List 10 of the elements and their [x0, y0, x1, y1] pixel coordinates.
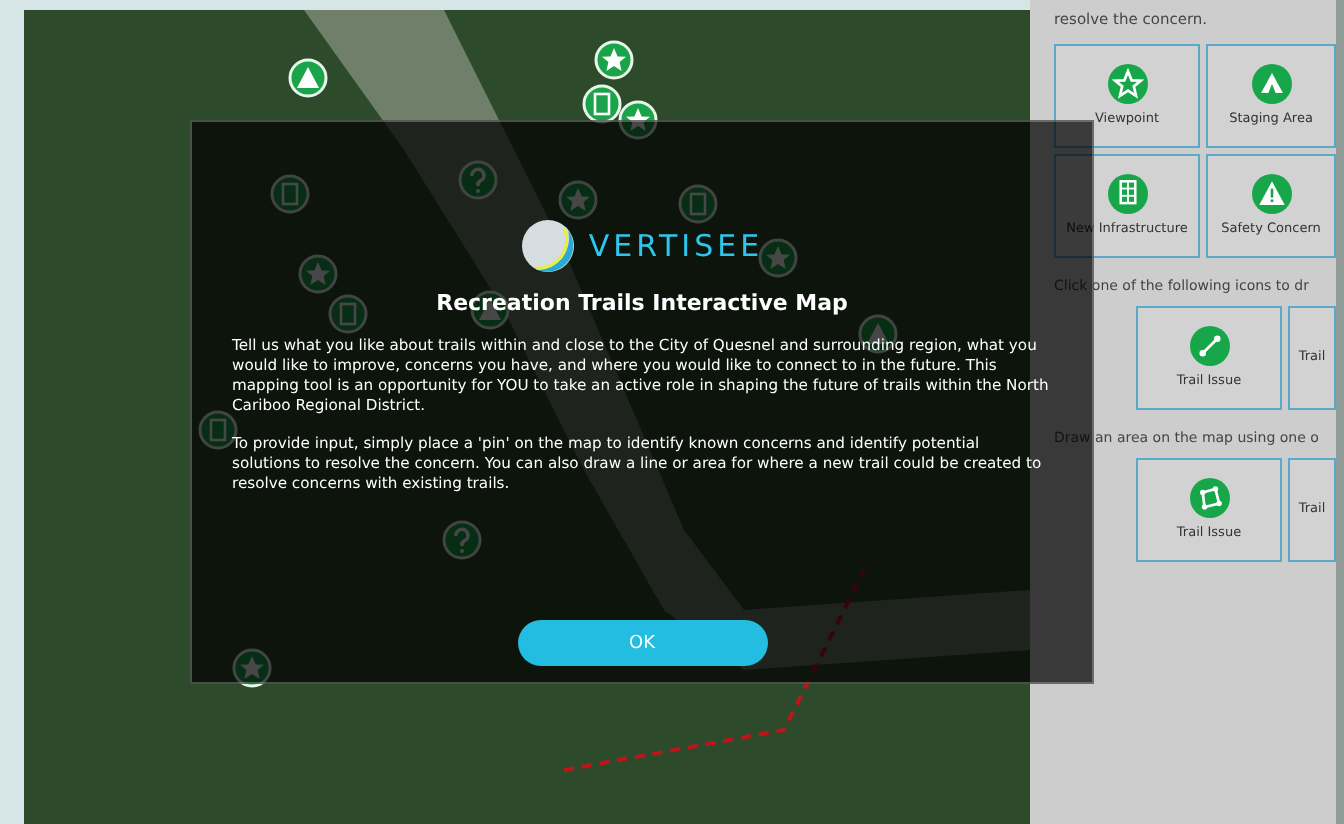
map-pin-icon[interactable] — [594, 40, 634, 80]
building-icon — [1107, 174, 1147, 215]
dialog-title: Recreation Trails Interactive Map — [436, 290, 848, 316]
map-pin-icon[interactable] — [288, 58, 328, 98]
polygon-icon — [1189, 478, 1229, 519]
star-icon — [1107, 64, 1147, 105]
tent-icon — [1251, 64, 1291, 105]
warning-icon — [1251, 174, 1291, 215]
sphere-logo-icon — [520, 218, 577, 274]
brand-name: VERTISEE — [588, 228, 764, 264]
